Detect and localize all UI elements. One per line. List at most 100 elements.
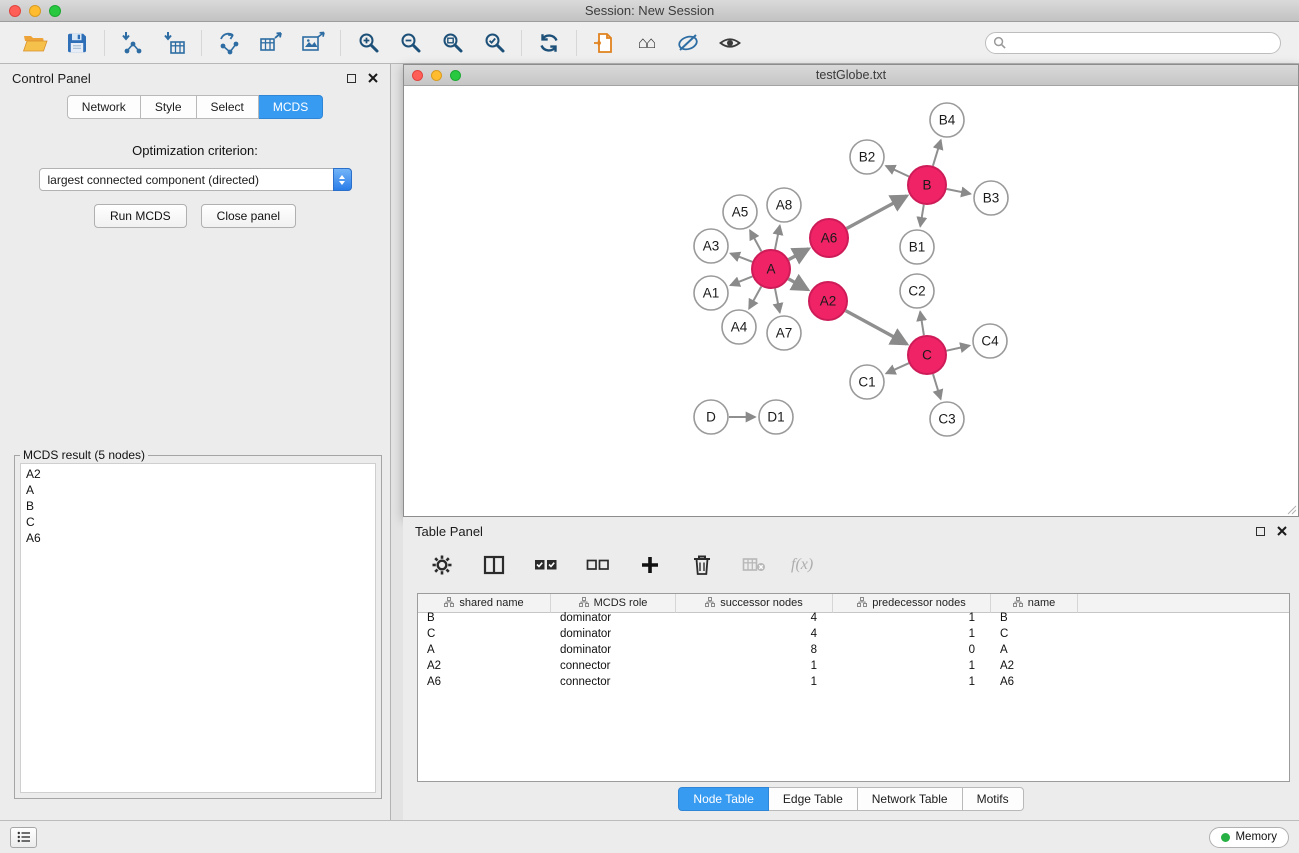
select-all-rows-icon[interactable] (531, 550, 561, 580)
tab-edge-table[interactable]: Edge Table (769, 787, 858, 811)
table-cell[interactable]: A2 (991, 658, 1078, 674)
delete-table-icon[interactable] (739, 550, 769, 580)
network-node-C[interactable]: C (908, 336, 946, 374)
criterion-dropdown[interactable]: largest connected component (directed) (39, 168, 352, 191)
result-item[interactable]: A (26, 482, 370, 498)
export-image-icon[interactable] (298, 28, 328, 58)
network-edge-B-B2[interactable] (886, 166, 909, 177)
zoom-selected-icon[interactable] (479, 28, 509, 58)
network-node-C4[interactable]: C4 (973, 324, 1007, 358)
table-cell[interactable]: 8 (676, 642, 833, 658)
network-node-D[interactable]: D (694, 400, 728, 434)
network-edge-A6-B[interactable] (847, 196, 907, 229)
network-node-C1[interactable]: C1 (850, 365, 884, 399)
table-cell[interactable]: 0 (833, 642, 991, 658)
resize-handle-icon[interactable] (1285, 503, 1297, 515)
tab-node-table[interactable]: Node Table (678, 787, 769, 811)
table-cell[interactable]: A2 (418, 658, 551, 674)
network-node-A5[interactable]: A5 (723, 195, 757, 229)
tab-mcds[interactable]: MCDS (259, 95, 323, 119)
open-session-icon[interactable] (20, 28, 50, 58)
result-item[interactable]: A6 (26, 530, 370, 546)
result-item[interactable]: A2 (26, 466, 370, 482)
run-mcds-button[interactable]: Run MCDS (94, 204, 187, 228)
function-builder-icon[interactable]: f(x) (791, 556, 813, 574)
close-table-panel-icon[interactable] (1277, 526, 1287, 536)
table-cell[interactable]: 1 (833, 674, 991, 690)
minimize-window-icon[interactable] (29, 5, 41, 17)
add-column-icon[interactable] (635, 550, 665, 580)
save-session-icon[interactable] (62, 28, 92, 58)
network-edge-A-A2[interactable] (788, 279, 808, 290)
network-node-A2[interactable]: A2 (809, 282, 847, 320)
network-edge-C-C4[interactable] (947, 346, 970, 351)
zoom-fit-icon[interactable] (437, 28, 467, 58)
network-edge-C-C3[interactable] (933, 374, 941, 399)
show-columns-icon[interactable] (479, 550, 509, 580)
network-edge-B-B4[interactable] (933, 140, 941, 166)
table-cell[interactable]: dominator (551, 626, 676, 642)
zoom-out-icon[interactable] (395, 28, 425, 58)
network-edge-A-A6[interactable] (789, 249, 809, 260)
table-cell[interactable]: dominator (551, 610, 676, 626)
table-cell[interactable]: 1 (833, 658, 991, 674)
network-edge-B-B3[interactable] (947, 189, 971, 194)
memory-button[interactable]: Memory (1209, 827, 1289, 848)
export-table-icon[interactable] (256, 28, 286, 58)
table-cell[interactable]: dominator (551, 642, 676, 658)
zoom-in-icon[interactable] (353, 28, 383, 58)
search-field[interactable] (985, 32, 1281, 54)
tab-select[interactable]: Select (197, 95, 259, 119)
hide-graphics-icon[interactable] (673, 28, 703, 58)
tab-style[interactable]: Style (141, 95, 197, 119)
float-panel-icon[interactable] (347, 74, 356, 83)
network-node-A4[interactable]: A4 (722, 310, 756, 344)
network-node-C2[interactable]: C2 (900, 274, 934, 308)
network-close-icon[interactable] (412, 70, 423, 81)
network-node-A3[interactable]: A3 (694, 229, 728, 263)
table-cell[interactable]: A (418, 642, 551, 658)
import-table-icon[interactable] (159, 28, 189, 58)
table-cell[interactable]: 1 (676, 674, 833, 690)
task-history-button[interactable] (10, 827, 37, 848)
tab-network-table[interactable]: Network Table (858, 787, 963, 811)
network-node-B[interactable]: B (908, 166, 946, 204)
table-cell[interactable]: C (418, 626, 551, 642)
network-node-A[interactable]: A (752, 250, 790, 288)
network-node-A7[interactable]: A7 (767, 316, 801, 350)
network-canvas[interactable]: B4B2BB3A5A8A6A3B1AC2A1A2A4A7C4CC1DD1C3 (404, 86, 1298, 516)
network-edge-C-C1[interactable] (886, 363, 909, 373)
tab-network[interactable]: Network (67, 95, 141, 119)
network-edge-C-C2[interactable] (920, 312, 924, 336)
zoom-window-icon[interactable] (49, 5, 61, 17)
network-edge-A-A4[interactable] (749, 287, 761, 309)
table-cell[interactable]: 1 (833, 626, 991, 642)
table-cell[interactable]: C (991, 626, 1078, 642)
network-node-D1[interactable]: D1 (759, 400, 793, 434)
network-edge-A-A7[interactable] (775, 289, 780, 313)
table-cell[interactable]: connector (551, 658, 676, 674)
network-node-A6[interactable]: A6 (810, 219, 848, 257)
network-window-titlebar[interactable]: testGlobe.txt (404, 65, 1298, 86)
network-edge-A-A3[interactable] (731, 254, 753, 262)
network-node-A1[interactable]: A1 (694, 276, 728, 310)
close-panel-button[interactable]: Close panel (201, 204, 296, 228)
network-zoom-icon[interactable] (450, 70, 461, 81)
network-edge-A-A5[interactable] (750, 230, 761, 251)
network-node-B4[interactable]: B4 (930, 103, 964, 137)
network-node-B2[interactable]: B2 (850, 140, 884, 174)
deselect-all-rows-icon[interactable] (583, 550, 613, 580)
table-cell[interactable]: 4 (676, 626, 833, 642)
result-item[interactable]: B (26, 498, 370, 514)
network-node-B3[interactable]: B3 (974, 181, 1008, 215)
import-network-icon[interactable] (117, 28, 147, 58)
close-panel-icon[interactable] (368, 73, 378, 83)
table-cell[interactable]: 4 (676, 610, 833, 626)
network-node-C3[interactable]: C3 (930, 402, 964, 436)
delete-column-icon[interactable] (687, 550, 717, 580)
network-node-B1[interactable]: B1 (900, 230, 934, 264)
table-cell[interactable]: A6 (418, 674, 551, 690)
table-cell[interactable]: B (991, 610, 1078, 626)
close-window-icon[interactable] (9, 5, 21, 17)
search-input[interactable] (1011, 36, 1273, 50)
